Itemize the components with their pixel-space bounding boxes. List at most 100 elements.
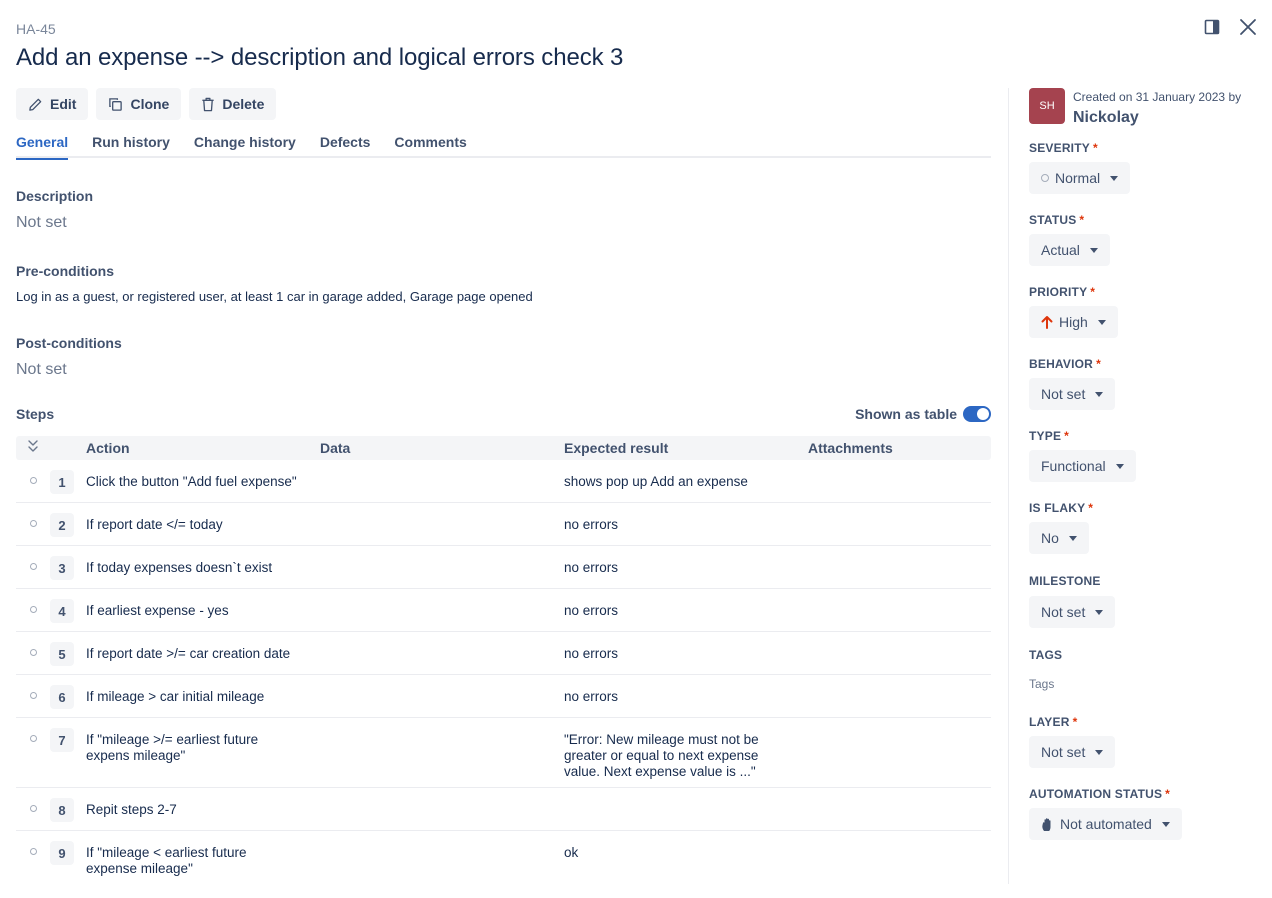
type-label: TYPE *: [1029, 429, 1070, 443]
status-label: STATUS *: [1029, 213, 1085, 227]
page-title: Add an expense --> description and logic…: [16, 44, 624, 71]
step-expected: shows pop up Add an expense: [564, 474, 748, 489]
behavior-label: BEHAVIOR *: [1029, 357, 1101, 371]
step-status-dot: [30, 692, 37, 699]
clone-label: Clone: [130, 96, 170, 112]
steps-label: Steps: [16, 406, 55, 422]
step-number: 3: [50, 556, 74, 580]
tab-general[interactable]: General: [16, 134, 69, 160]
step-expected: ok: [564, 845, 579, 860]
step-expected: no errors: [564, 560, 619, 575]
table-row[interactable]: 2 If report date </= today no errors: [16, 503, 991, 546]
is-flaky-value: No: [1041, 530, 1059, 546]
close-icon[interactable]: [1238, 17, 1258, 37]
chevron-down-icon: [1095, 609, 1104, 615]
type-select[interactable]: Functional: [1029, 450, 1136, 482]
sidebar-divider: [1008, 88, 1009, 884]
step-expected: no errors: [564, 646, 619, 661]
step-number: 7: [50, 728, 74, 752]
column-attachments: Attachments: [808, 440, 893, 456]
priority-label: PRIORITY *: [1029, 285, 1096, 299]
tab-change-history[interactable]: Change history: [194, 134, 296, 158]
creator-name[interactable]: Nickolay: [1073, 109, 1139, 127]
edit-button[interactable]: Edit: [16, 88, 89, 120]
severity-select[interactable]: Normal: [1029, 162, 1131, 194]
delete-label: Delete: [222, 96, 265, 112]
shown-as-table-toggle[interactable]: [963, 406, 991, 422]
preconditions-label: Pre-conditions: [16, 263, 115, 279]
postconditions-value[interactable]: Not set: [16, 361, 67, 379]
shown-as-table-label: Shown as table: [855, 406, 957, 422]
step-number: 8: [50, 798, 74, 822]
chevron-down-icon: [1068, 535, 1077, 541]
steps-table: Action Data Expected result Attachments …: [16, 436, 991, 885]
milestone-label: MILESTONE: [1029, 574, 1101, 588]
is-flaky-select[interactable]: No: [1029, 522, 1089, 554]
toolbar: Edit Clone Delete: [16, 88, 277, 120]
hand-icon: [1042, 817, 1051, 831]
chevron-down-icon: [1115, 463, 1124, 469]
status-select[interactable]: Actual: [1029, 234, 1110, 266]
description-value[interactable]: Not set: [16, 214, 67, 232]
step-number: 5: [50, 642, 74, 666]
tab-comments[interactable]: Comments: [394, 134, 466, 158]
automation-status-value: Not automated: [1060, 816, 1152, 832]
chevron-down-icon: [1089, 247, 1098, 253]
table-row[interactable]: 3 If today expenses doesn`t exist no err…: [16, 546, 991, 589]
tags-label: TAGS: [1029, 648, 1063, 662]
description-label: Description: [16, 188, 94, 204]
table-row[interactable]: 1 Click the button "Add fuel expense" sh…: [16, 460, 991, 503]
behavior-select[interactable]: Not set: [1029, 378, 1116, 410]
chevron-down-icon: [1095, 749, 1104, 755]
tags-value[interactable]: Tags: [1029, 677, 1054, 691]
tab-run-history[interactable]: Run history: [92, 134, 170, 158]
step-status-dot: [30, 805, 37, 812]
delete-button[interactable]: Delete: [189, 88, 277, 120]
tab-defects[interactable]: Defects: [320, 134, 371, 158]
table-row[interactable]: 6 If mileage > car initial mileage no er…: [16, 675, 991, 718]
step-expected: no errors: [564, 689, 619, 704]
table-row[interactable]: 9 If "mileage < earliest future expense …: [16, 831, 991, 885]
chevron-down-icon: [1095, 391, 1104, 397]
severity-value: Normal: [1055, 170, 1101, 186]
step-number: 9: [50, 841, 74, 865]
avatar: SH: [1029, 88, 1065, 124]
toggle-panel-icon[interactable]: [1202, 17, 1222, 37]
milestone-select[interactable]: Not set: [1029, 596, 1116, 628]
automation-status-select[interactable]: Not automated: [1029, 808, 1182, 840]
created-text: Created on 31 January 2023 by: [1073, 90, 1242, 104]
table-row[interactable]: 8 Repit steps 2-7: [16, 788, 991, 831]
steps-table-header: Action Data Expected result Attachments: [16, 436, 991, 460]
shown-as-table-control: Shown as table: [855, 406, 991, 422]
window-controls: [1202, 17, 1258, 37]
is-flaky-label: IS FLAKY *: [1029, 501, 1094, 515]
table-row[interactable]: 4 If earliest expense - yes no errors: [16, 589, 991, 632]
behavior-value: Not set: [1041, 386, 1086, 402]
edit-label: Edit: [50, 96, 77, 112]
preconditions-value[interactable]: Log in as a guest, or registered user, a…: [16, 289, 533, 304]
step-number: 2: [50, 513, 74, 537]
copy-icon: [109, 97, 123, 111]
status-value: Actual: [1041, 242, 1080, 258]
priority-value: High: [1059, 314, 1088, 330]
table-row[interactable]: 7 If "mileage >/= earliest future expens…: [16, 718, 991, 788]
step-status-dot: [30, 563, 37, 570]
step-action: If today expenses doesn`t exist: [86, 560, 273, 575]
step-action: If earliest expense - yes: [86, 603, 229, 618]
step-status-dot: [30, 848, 37, 855]
collapse-all-icon[interactable]: [27, 439, 39, 456]
table-row[interactable]: 5 If report date >/= car creation date n…: [16, 632, 991, 675]
tab-bar: General Run history Change history Defec…: [16, 134, 991, 160]
layer-select[interactable]: Not set: [1029, 736, 1116, 768]
step-number: 6: [50, 685, 74, 709]
severity-dot-icon: [1041, 174, 1049, 182]
priority-select[interactable]: High: [1029, 306, 1118, 338]
step-action: If report date >/= car creation date: [86, 646, 291, 661]
step-number: 4: [50, 599, 74, 623]
step-status-dot: [30, 477, 37, 484]
severity-label: SEVERITY *: [1029, 141, 1098, 155]
step-expected: no errors: [564, 517, 619, 532]
clone-button[interactable]: Clone: [96, 88, 182, 120]
step-action: Click the button "Add fuel expense": [86, 474, 297, 489]
type-value: Functional: [1041, 458, 1106, 474]
